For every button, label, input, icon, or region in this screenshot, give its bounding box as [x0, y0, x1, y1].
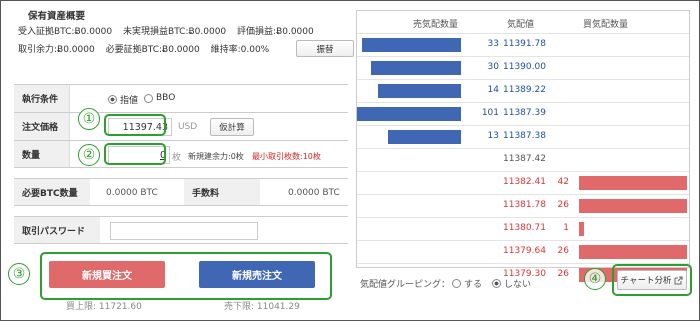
bid-depth-bar [579, 199, 687, 213]
assets-row-1: 受入証拠BTC:Ƀ0.0000 未実現損益BTC:Ƀ0.0000 評価損益:Ƀ0… [18, 24, 322, 37]
bid-price: 11382.41 [503, 177, 546, 187]
annotation-4: ④ [584, 268, 606, 290]
bid-depth-bar [579, 176, 687, 190]
fee-value: 0.0000 BTC [288, 188, 340, 198]
ask-price: 11389.22 [503, 85, 546, 95]
grouping-label: 気配値グルーピング： [360, 280, 451, 290]
bid-row[interactable]: 11382.41 42 [357, 171, 689, 194]
accepted-margin-btc: 受入証拠BTC:Ƀ0.0000 [18, 27, 113, 37]
bid-qty: 26 [557, 200, 569, 210]
highlight-order-buttons [40, 252, 332, 300]
grouping-on-radio[interactable] [452, 279, 462, 288]
order-book: 売気配数量 気配値 買気配数量 33 11391.78 30 11390.00 14 11… [356, 10, 690, 282]
required-btc-value: 0.0000 BTC [106, 188, 158, 198]
ask-depth-bar [370, 61, 461, 75]
trial-calc-button[interactable]: 仮計算 [210, 118, 254, 136]
bid-depth-bar [579, 222, 585, 236]
mid-row: 11387.42 [357, 148, 689, 171]
required-margin-btc: 必要証拠BTC:Ƀ0.0000 [105, 45, 200, 55]
valuation-pnl: 評価損益:Ƀ0.0000 [237, 27, 314, 37]
bid-price: 11379.64 [503, 246, 546, 256]
bbo-option[interactable]: BBO [144, 93, 175, 103]
ask-row[interactable]: 33 11391.78 [357, 33, 689, 56]
bid-depth-bar [579, 245, 687, 259]
min-lot-notice: 最小取引枚数:10枚 [252, 152, 321, 161]
execution-condition-row: 執行条件 指値 BBO [14, 84, 348, 112]
bid-row[interactable]: 11381.78 26 [357, 194, 689, 217]
required-row: 必要BTC数量 0.0000 BTC 手数料 0.0000 BTC [14, 178, 348, 206]
trading-capacity: 取引余力:Ƀ0.0000 [18, 45, 95, 55]
bid-row[interactable]: 11380.71 1 [357, 217, 689, 240]
grouping-off-label: しない [504, 280, 532, 290]
price-header: 気配値 [507, 20, 535, 30]
grouping-control: 気配値グルーピング： する しない [360, 277, 531, 290]
ask-qty-header: 売気配数量 [413, 20, 459, 30]
limit-label: 指値 [120, 96, 139, 106]
highlight-quantity-field [104, 143, 166, 165]
ask-depth-bar [362, 38, 461, 52]
grouping-off-radio[interactable] [492, 279, 502, 288]
transfer-button[interactable]: 振替 [296, 40, 354, 57]
grouping-on-label: する [464, 280, 483, 290]
quantity-label: 数量 [14, 141, 70, 167]
bid-price: 11381.78 [503, 200, 546, 210]
bid-row[interactable]: 11379.64 26 [357, 240, 689, 263]
ask-row[interactable]: 13 11387.38 [357, 125, 689, 148]
password-label: 取引パスワード [14, 217, 100, 243]
bbo-label: BBO [156, 93, 176, 103]
ask-qty: 30 [487, 62, 499, 72]
bbo-radio[interactable] [144, 93, 153, 103]
ask-depth-bar [377, 84, 461, 98]
highlight-chart-button [612, 264, 692, 296]
bid-qty: 26 [557, 269, 569, 279]
order-book-header: 売気配数量 気配値 買気配数量 [357, 11, 689, 33]
bid-qty: 42 [557, 177, 569, 187]
unrealized-pnl-btc: 未実現損益BTC:Ƀ0.0000 [123, 27, 227, 37]
ask-price: 11391.78 [503, 39, 546, 49]
order-price-row: 注文価格 11397.43 USD 仮計算 [14, 112, 348, 140]
assets-summary: 保有資産概要 受入証拠BTC:Ƀ0.0000 未実現損益BTC:Ƀ0.0000 … [14, 8, 354, 60]
ask-row[interactable]: 101 11387.39 [357, 102, 689, 125]
new-position-capacity: 新規建余力:0枚 [188, 152, 244, 161]
ask-depth-bar [357, 107, 461, 121]
quantity-unit: 枚 [172, 153, 182, 163]
maintenance-rate: 維持率:0.00% [210, 45, 270, 55]
limit-option[interactable]: 指値 [108, 93, 138, 106]
price-unit: USD [178, 122, 198, 132]
limit-radio[interactable] [108, 95, 117, 104]
bid-price: 11380.71 [503, 223, 546, 233]
annotation-2: ② [78, 144, 100, 166]
ask-price: 11387.38 [503, 131, 546, 141]
quantity-row: 数量 0 枚 新規建余力:0枚 最小取引枚数:10枚 [14, 140, 348, 168]
execution-condition-label: 執行条件 [14, 85, 70, 112]
password-input[interactable] [110, 222, 258, 240]
required-btc-label: 必要BTC数量 [14, 179, 90, 205]
ask-depth-bar [388, 130, 461, 144]
ask-row[interactable]: 30 11390.00 [357, 56, 689, 79]
bid-qty: 1 [563, 223, 569, 233]
ask-qty: 33 [487, 39, 499, 49]
buy-limit-text: 買上限: 11721.60 [66, 302, 142, 312]
fee-label: 手数料 [184, 179, 260, 205]
order-price-label: 注文価格 [14, 113, 70, 140]
bid-qty-header: 買気配数量 [583, 20, 629, 30]
ask-qty: 101 [481, 108, 499, 118]
ask-row[interactable]: 14 11389.22 [357, 79, 689, 102]
password-row: 取引パスワード [14, 216, 348, 244]
sell-limit-text: 売下限: 11041.29 [224, 302, 300, 312]
assets-row-2: 取引余力:Ƀ0.0000 必要証拠BTC:Ƀ0.0000 維持率:0.00% [18, 42, 277, 55]
ask-price: 11387.39 [503, 108, 546, 118]
highlight-price-field [104, 114, 166, 136]
annotation-1: ① [78, 108, 100, 130]
bid-qty: 26 [557, 246, 569, 256]
ask-qty: 14 [487, 85, 499, 95]
ask-qty: 13 [487, 131, 499, 141]
annotation-3: ③ [8, 263, 30, 285]
mid-price: 11387.42 [503, 154, 546, 164]
ask-price: 11390.00 [503, 62, 546, 72]
assets-title: 保有資産概要 [28, 11, 86, 22]
